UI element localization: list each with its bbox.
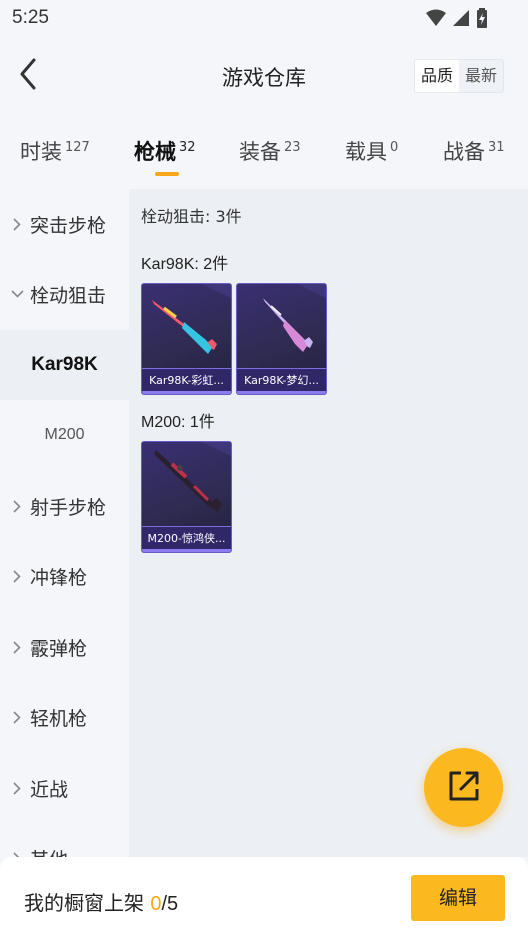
item-card[interactable]: M200-惊鸿侠...: [141, 441, 232, 553]
tab-label: 枪械: [134, 140, 176, 164]
sidebar: 突击步枪 栓动狙击 Kar98K M200 射手步枪 冲锋枪 霰弹枪 轻机枪 近…: [0, 189, 129, 857]
chevron-right-icon: [10, 569, 24, 583]
tab-firearms[interactable]: 枪械 32: [134, 136, 196, 166]
sidebar-item-label: 栓动狙击: [30, 284, 107, 307]
sidebar-item-assault-rifle[interactable]: 突击步枪: [0, 189, 129, 259]
status-icons: [426, 8, 488, 32]
back-button[interactable]: [12, 58, 44, 94]
status-time: 5:25: [12, 7, 49, 28]
tab-equipment[interactable]: 装备 23: [239, 136, 301, 166]
edit-button[interactable]: 编辑: [411, 875, 505, 921]
sidebar-item-label: 突击步枪: [30, 214, 107, 237]
wifi-icon: [426, 9, 446, 31]
active-tab-indicator: [155, 172, 179, 176]
tab-label: 战备: [443, 140, 485, 164]
chevron-down-icon: [10, 290, 24, 298]
tab-label: 载具: [345, 140, 387, 164]
group-title: M200: 1件: [141, 414, 215, 431]
external-link-icon: [447, 769, 481, 807]
tab-count: 0: [390, 140, 399, 155]
rarity-bar: [142, 549, 231, 552]
tab-gear[interactable]: 战备 31: [443, 136, 505, 166]
sidebar-item-label: 其他: [30, 845, 68, 858]
sidebar-item-other[interactable]: 其他: [0, 823, 129, 857]
tab-count: 31: [488, 140, 505, 155]
sidebar-item-label: 冲锋枪: [30, 566, 88, 589]
chevron-right-icon: [10, 217, 24, 231]
sidebar-item-bolt-sniper[interactable]: 栓动狙击: [0, 259, 129, 329]
tab-label: 装备: [239, 140, 281, 164]
chevron-right-icon: [10, 781, 24, 795]
shelf-status: 我的橱窗上架 0/5: [24, 887, 178, 916]
sidebar-item-label: 近战: [30, 778, 69, 801]
tab-vehicles[interactable]: 载具 0: [345, 136, 398, 166]
section-title: 栓动狙击: 3件: [141, 207, 242, 226]
tab-label: 时装: [20, 140, 62, 164]
shelf-current-count: 0: [150, 893, 162, 915]
share-button[interactable]: [424, 748, 503, 827]
category-tabs: 时装 127 枪械 32 装备 23 载具 0 战备 31: [0, 124, 528, 180]
shelf-label: 我的橱窗上架: [24, 891, 151, 915]
sidebar-item-lmg[interactable]: 轻机枪: [0, 682, 129, 752]
signal-icon: [452, 9, 470, 31]
chevron-right-icon: [10, 710, 24, 724]
back-arrow-icon: [18, 58, 38, 94]
tab-count: 127: [65, 140, 90, 155]
rifle-image: [142, 284, 231, 364]
sidebar-subitem-m200[interactable]: M200: [0, 400, 129, 470]
bottom-bar: 我的橱窗上架 0/5 编辑: [0, 857, 528, 939]
tab-fashion[interactable]: 时装 127: [20, 136, 90, 166]
chevron-right-icon: [10, 499, 24, 513]
sidebar-item-shotgun[interactable]: 霰弹枪: [0, 612, 129, 682]
sidebar-item-label: 射手步枪: [30, 496, 107, 519]
nav-bar: 游戏仓库 品质 最新: [0, 44, 528, 110]
chevron-right-icon: [10, 640, 24, 654]
group-title: Kar98K: 2件: [141, 256, 229, 273]
item-card[interactable]: Kar98K-彩虹...: [141, 283, 232, 395]
sidebar-item-marksman-rifle[interactable]: 射手步枪: [0, 471, 129, 541]
sidebar-item-label: 霰弹枪: [30, 637, 88, 660]
shelf-max-count: 5: [167, 893, 179, 915]
sort-toggle: 品质 最新: [413, 59, 504, 93]
sniper-image: [142, 442, 231, 522]
sidebar-item-smg[interactable]: 冲锋枪: [0, 541, 129, 611]
tab-count: 23: [284, 140, 301, 155]
sidebar-item-melee[interactable]: 近战: [0, 753, 129, 823]
rifle-image: [237, 284, 326, 364]
status-bar: 5:25: [0, 0, 528, 36]
rarity-bar: [237, 391, 326, 394]
rarity-bar: [142, 391, 231, 394]
sort-quality-button[interactable]: 品质: [414, 60, 459, 92]
battery-icon: [476, 8, 488, 32]
tab-count: 32: [179, 140, 196, 155]
item-card[interactable]: Kar98K-梦幻...: [236, 283, 327, 395]
sidebar-subitem-kar98k[interactable]: Kar98K: [0, 330, 129, 400]
sort-latest-button[interactable]: 最新: [459, 60, 503, 92]
sidebar-item-label: 轻机枪: [30, 707, 88, 730]
